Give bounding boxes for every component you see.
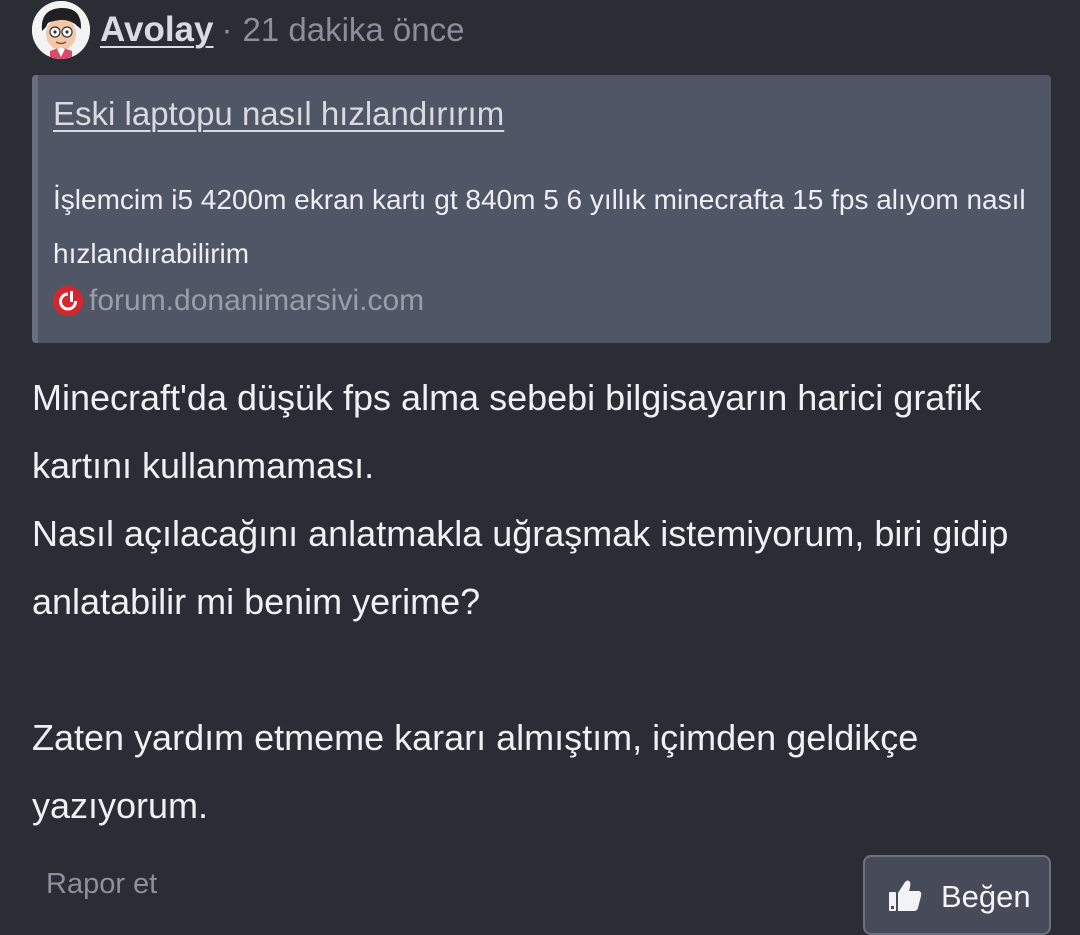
- donanimarsivi-logo-icon: [53, 286, 83, 316]
- post-body: Minecraft'da düşük fps alma sebebi bilgi…: [32, 364, 1042, 840]
- link-preview-source: forum.donanimarsivi.com: [53, 283, 424, 319]
- meta-separator: ·: [221, 11, 233, 48]
- avatar-cartoon-icon: [32, 1, 90, 59]
- post-header: Avolay · 21 dakika önce: [32, 0, 464, 60]
- post-paragraph: Minecraft'da düşük fps alma sebebi bilgi…: [32, 377, 982, 486]
- post-paragraph: Nasıl açılacağını anlatmakla uğraşmak is…: [32, 513, 1009, 622]
- link-preview-title[interactable]: Eski laptopu nasıl hızlandırırım: [53, 95, 504, 133]
- link-preview-domain: forum.donanimarsivi.com: [89, 284, 425, 317]
- post-paragraph: Zaten yardım etmeme kararı almıştım, içi…: [32, 717, 919, 826]
- post-timestamp: 21 dakika önce: [242, 11, 465, 48]
- thumbs-up-icon: [887, 877, 923, 913]
- link-preview-description: İşlemcim i5 4200m ekran kartı gt 840m 5 …: [53, 184, 1026, 269]
- forum-post: Avolay · 21 dakika önce Eski laptopu nas…: [0, 0, 1080, 935]
- author-name-link[interactable]: Avolay: [100, 10, 213, 50]
- report-link[interactable]: Rapor et: [46, 868, 157, 901]
- avatar[interactable]: [32, 1, 90, 59]
- like-button[interactable]: Beğen: [863, 855, 1051, 935]
- like-button-label: Beğen: [941, 879, 1031, 914]
- link-preview-card[interactable]: Eski laptopu nasıl hızlandırırım İşlemci…: [32, 75, 1051, 343]
